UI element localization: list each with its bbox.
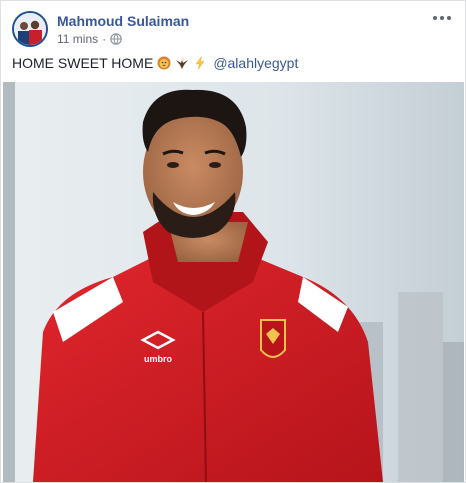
al-ahly-crest [260,319,286,358]
jersey-brand-text: umbro [144,354,173,364]
lightning-emoji [193,56,207,70]
facebook-post: Mahmoud Sulaiman 11 mins · HOME SWEET HO… [0,0,466,483]
more-dot [440,16,444,20]
post-text: HOME SWEET HOME @alahlyegypt [12,55,298,71]
author-name[interactable]: Mahmoud Sulaiman [57,13,189,29]
lion-emoji [157,56,171,70]
more-dot [447,16,451,20]
eagle-emoji [175,56,189,70]
meta-separator: · [102,32,107,46]
more-dot [433,16,437,20]
post-meta: 11 mins · [57,32,122,46]
post-photo[interactable]: umbro [3,82,464,482]
post-timestamp[interactable]: 11 mins [57,32,98,46]
author-avatar[interactable] [12,11,48,47]
globe-icon[interactable] [110,33,122,45]
post-header: Mahmoud Sulaiman 11 mins · [1,1,465,47]
more-options-icon[interactable] [430,10,454,26]
post-message: HOME SWEET HOME [12,55,154,71]
mention-link[interactable]: @alahlyegypt [213,55,298,71]
